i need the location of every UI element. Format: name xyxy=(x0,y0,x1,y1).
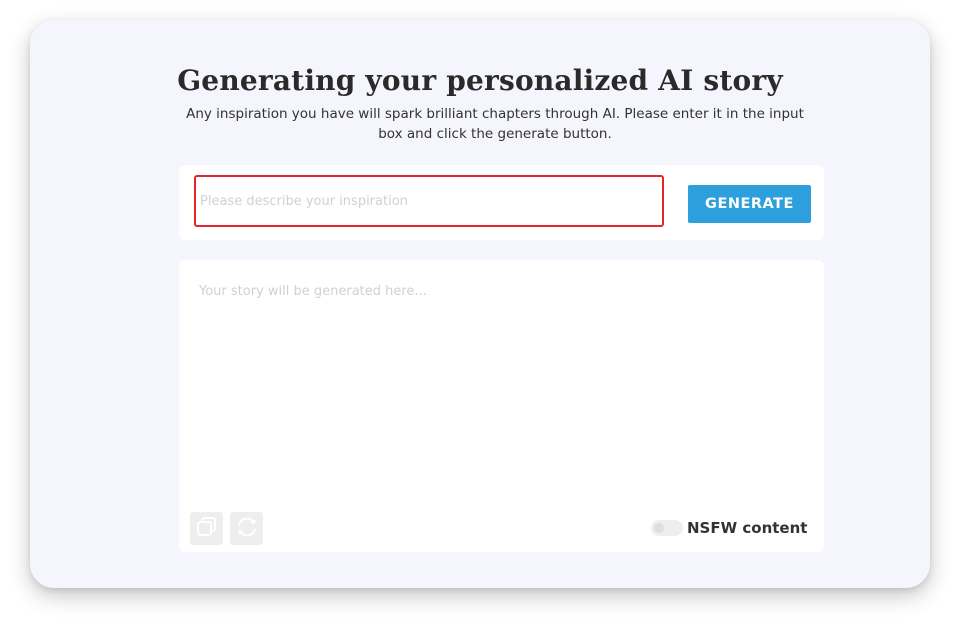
generate-button[interactable]: GENERATE xyxy=(688,185,811,223)
nsfw-switch[interactable] xyxy=(651,520,683,536)
page-title: Generating your personalized AI story xyxy=(177,64,783,97)
nsfw-label: NSFW content xyxy=(687,519,808,537)
page-subtitle: Any inspiration you have will spark bril… xyxy=(186,106,804,142)
inspiration-input[interactable] xyxy=(194,175,664,227)
story-generator-card: Generating your personalized AI story An… xyxy=(30,20,930,588)
input-panel: GENERATE xyxy=(179,165,824,240)
refresh-icon xyxy=(235,515,259,543)
refresh-button[interactable] xyxy=(230,512,263,545)
nsfw-switch-knob xyxy=(654,523,664,533)
copy-button[interactable] xyxy=(190,512,223,545)
copy-icon xyxy=(195,515,219,543)
nsfw-toggle[interactable]: NSFW content xyxy=(651,519,807,537)
story-output[interactable] xyxy=(191,272,811,502)
output-panel: NSFW content xyxy=(179,260,824,552)
